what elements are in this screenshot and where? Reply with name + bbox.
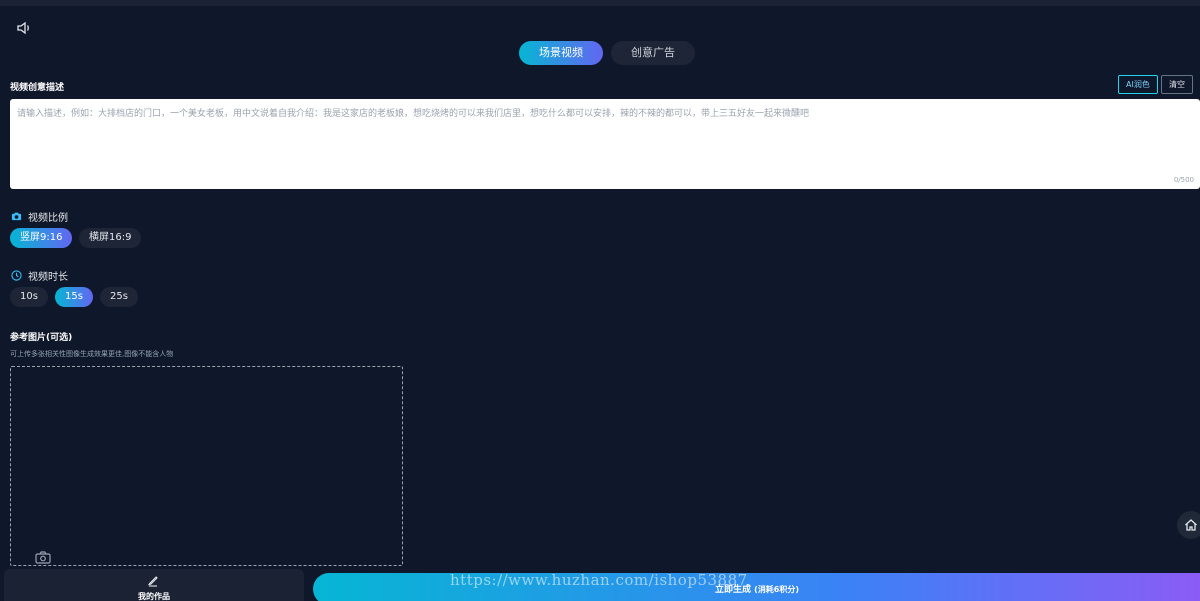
home-button[interactable]: [1177, 511, 1200, 539]
generate-cost: (消耗6积分): [754, 585, 800, 594]
watermark: https://www.huzhan.com/ishop53887: [450, 571, 748, 589]
reference-hint: 可上传多张相关性图像生成效果更佳,图像不能含人物: [10, 350, 174, 358]
home-icon: [1185, 519, 1197, 531]
ratio-label-row: 视频比例: [11, 209, 68, 224]
duration-option-15s[interactable]: 15s: [55, 287, 93, 307]
tab-scene-video[interactable]: 场景视频: [519, 41, 603, 65]
top-bar: [0, 0, 1200, 6]
generate-button[interactable]: 立即生成 (消耗6积分): [313, 573, 1200, 601]
description-title: 视频创意描述: [10, 83, 65, 93]
duration-option-10s[interactable]: 10s: [10, 287, 48, 307]
clear-button[interactable]: 清空: [1161, 75, 1193, 94]
ai-polish-button[interactable]: AI润色: [1118, 75, 1158, 94]
tab-creative-ad[interactable]: 创意广告: [611, 41, 695, 65]
ratio-option-landscape[interactable]: 横屏16:9: [79, 228, 142, 248]
duration-option-25s[interactable]: 25s: [100, 287, 138, 307]
description-placeholder: 请输入描述，例如：大排档店的门口，一个美女老板，用中文说着自我介绍：我是这家店的…: [17, 109, 810, 119]
upload-camera-icon: [35, 551, 51, 564]
my-works-button[interactable]: 我的作品: [4, 569, 304, 601]
description-input[interactable]: 请输入描述，例如：大排档店的门口，一个美女老板，用中文说着自我介绍：我是这家店的…: [10, 99, 1200, 189]
my-works-label: 我的作品: [138, 592, 170, 601]
mode-tabs: 场景视频 创意广告: [519, 41, 695, 65]
image-upload-area[interactable]: [10, 366, 403, 566]
camera-icon: [11, 212, 22, 221]
reference-title: 参考图片(可选): [10, 333, 73, 343]
pen-icon: [147, 576, 158, 587]
ratio-label: 视频比例: [28, 213, 68, 224]
duration-label-row: 视频时长: [11, 268, 68, 283]
clock-icon: [11, 270, 22, 281]
duration-label: 视频时长: [28, 272, 68, 283]
ratio-option-portrait[interactable]: 竖屏9:16: [10, 228, 73, 248]
character-count: 0/500: [1173, 176, 1194, 184]
speaker-icon[interactable]: [16, 20, 32, 36]
